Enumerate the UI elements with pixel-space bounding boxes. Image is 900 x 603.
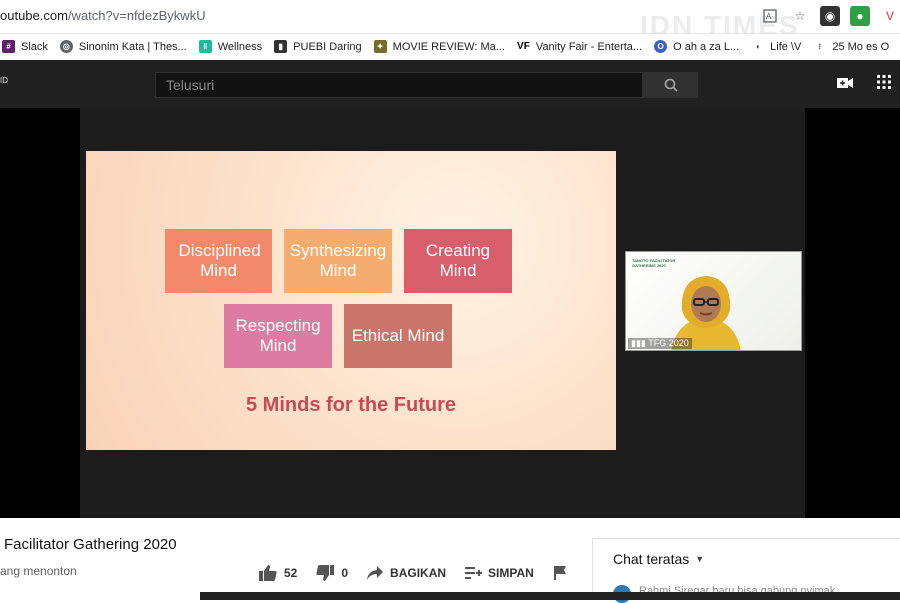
flag-icon xyxy=(553,566,566,580)
movie-icon: ✦ xyxy=(373,40,387,53)
thumbs-up-icon xyxy=(259,565,277,581)
box-creating-mind: Creating Mind xyxy=(404,229,512,293)
svg-text:A: A xyxy=(766,12,772,21)
bookmark-sinonim[interactable]: ◎ Sinonim Kata | Thes... xyxy=(59,40,187,53)
bookmark-wellness[interactable]: ‖ Wellness xyxy=(198,40,262,53)
thumbs-down-icon xyxy=(316,565,335,581)
like-button[interactable]: 52 xyxy=(258,564,297,582)
bookmark-movie-review[interactable]: ✦ MOVIE REVIEW: Ma... xyxy=(373,40,505,53)
view-count: ang menonton xyxy=(0,564,77,578)
speaker-camera: TANOTO FACILITATOR GATHERING 2020 ▮▮▮ TF… xyxy=(625,251,802,351)
video-player[interactable]: Disciplined Mind Synthesizing Mind Creat… xyxy=(0,108,900,518)
extension-green-icon[interactable]: ● xyxy=(850,6,870,26)
url-path: /watch?v=nfdezBykwkU xyxy=(67,8,206,23)
translate-icon[interactable]: A xyxy=(760,6,780,26)
youtube-logo[interactable]: ID xyxy=(0,76,8,85)
video-actions: 52 0 BAGIKAN SIMPAN xyxy=(258,564,586,582)
url-host: outube.com xyxy=(0,8,68,23)
extension-red-icon[interactable]: V xyxy=(880,6,900,26)
save-button[interactable]: SIMPAN xyxy=(464,565,534,581)
presentation-slide: Disciplined Mind Synthesizing Mind Creat… xyxy=(86,151,616,450)
video-title: Facilitator Gathering 2020 xyxy=(4,536,177,553)
o-icon: O xyxy=(654,40,668,53)
camera-caption: TANOTO FACILITATOR GATHERING 2020 xyxy=(632,258,676,268)
bookmark-slack[interactable]: # Slack xyxy=(2,40,48,53)
bookmark-life[interactable]: ◖ Life \V xyxy=(751,40,801,53)
box-respecting-mind: Respecting Mind xyxy=(224,304,332,368)
share-button[interactable]: BAGIKAN xyxy=(366,565,446,581)
star-icon[interactable]: ☆ xyxy=(790,6,810,26)
search-icon xyxy=(664,78,678,92)
vf-icon: VF xyxy=(516,40,530,53)
box-ethical-mind: Ethical Mind xyxy=(344,304,452,368)
dislike-button[interactable]: 0 xyxy=(315,564,348,582)
search-input[interactable]: Telusuri xyxy=(155,72,643,98)
taskbar xyxy=(200,592,900,600)
bookmarks-bar: # Slack ◎ Sinonim Kata | Thes... ‖ Wellness… xyxy=(0,34,900,59)
life-icon: ◖ xyxy=(751,40,765,53)
box-synthesizing-mind: Synthesizing Mind xyxy=(284,229,392,293)
bookmark-vanity-fair[interactable]: VF Vanity Fair - Enterta... xyxy=(516,40,642,53)
live-chat-panel: Chat teratas ▼ Rahmi Siregar baru bisa g… xyxy=(592,538,900,603)
dropdown-arrow-icon: ▼ xyxy=(695,554,705,564)
create-video-icon[interactable] xyxy=(836,74,854,92)
apps-grid-icon[interactable] xyxy=(876,74,892,90)
chat-filter-dropdown[interactable]: Chat teratas ▼ xyxy=(613,551,704,567)
box-disciplined-mind: Disciplined Mind xyxy=(165,229,272,293)
slack-icon: # xyxy=(2,40,15,53)
globe-icon: ◎ xyxy=(59,40,73,53)
search-button[interactable] xyxy=(643,72,698,98)
slide-title: 5 Minds for the Future xyxy=(246,394,456,416)
url-text[interactable]: outube.com/watch?v=nfdezBykwkU xyxy=(0,8,206,23)
share-icon xyxy=(367,566,384,580)
bookmark-25-movies[interactable]: ⁝ 25 Mo es O xyxy=(813,40,889,53)
bookmark-o[interactable]: OO ah a za L... xyxy=(654,40,739,53)
bookmark-puebi[interactable]: ▮ PUEBI Daring xyxy=(274,40,362,53)
playlist-add-icon xyxy=(465,567,483,579)
wellness-icon: ‖ xyxy=(198,40,212,53)
book-icon: ▮ xyxy=(274,40,288,53)
camera-tag: ▮▮▮ TFG 2020 xyxy=(628,338,692,349)
video-info: Facilitator Gathering 2020 ang menonton … xyxy=(0,518,900,603)
report-button[interactable] xyxy=(552,565,568,581)
dots-icon: ⁝ xyxy=(813,40,827,53)
video-frame: Disciplined Mind Synthesizing Mind Creat… xyxy=(80,108,805,518)
address-bar[interactable]: outube.com/watch?v=nfdezBykwkU IDN TIMES… xyxy=(0,0,900,41)
extension-icon[interactable]: ◉ xyxy=(820,6,840,26)
youtube-header: ID Telusuri xyxy=(0,60,900,108)
signal-icon: ▮▮▮ xyxy=(631,338,646,348)
